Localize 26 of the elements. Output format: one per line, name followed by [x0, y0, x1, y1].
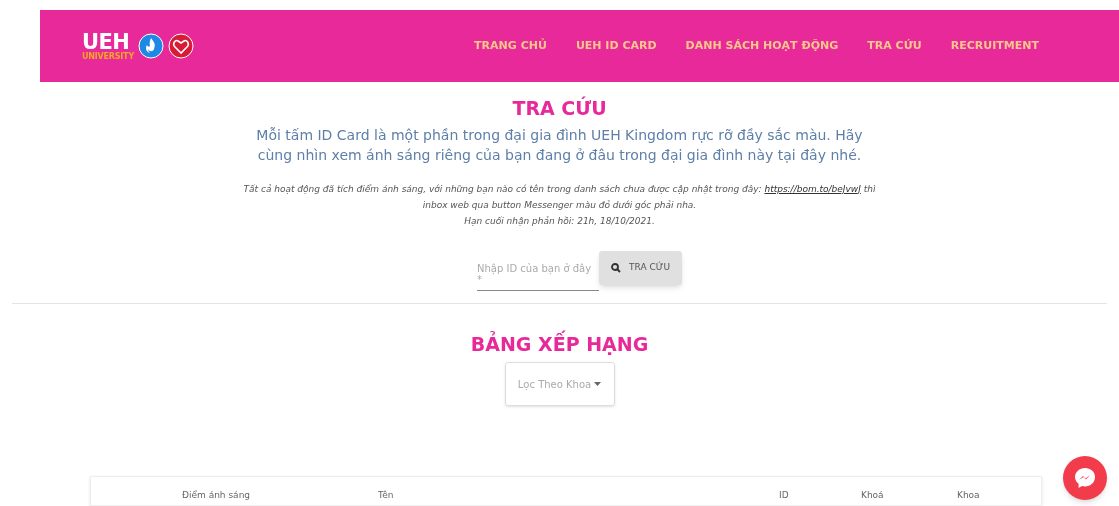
column-header: Khoá	[861, 489, 884, 501]
nav-link[interactable]: TRANG CHỦ	[474, 37, 547, 55]
nav-link[interactable]: RECRUITMENT	[950, 37, 1039, 55]
messenger-button[interactable]	[1063, 456, 1107, 500]
deadline-text: Hạn cuối nhận phản hồi: 21h, 18/10/2021.	[464, 214, 655, 228]
heart-emblem-icon	[168, 33, 194, 59]
search-icon	[611, 262, 621, 273]
column-header: Khoa	[957, 489, 980, 501]
caret-icon	[594, 382, 602, 386]
messenger-icon	[1073, 466, 1097, 490]
nav-link[interactable]: DANH SÁCH HOẠT ĐỘNG	[685, 37, 839, 55]
search-button[interactable]: TRA CỨU	[599, 250, 682, 285]
intro-text: Mỗi tấm ID Card là một phần trong đại gia đình UEH Kingdom rực rỡ đầy sắc màu. Hãy cùng nhìn xem ánh sáng riêng của bạn đang ở đâu trong đại gia đình này tại đây nhé.	[255, 125, 864, 165]
column-header: Tên	[378, 489, 394, 501]
note-text: Tất cả hoạt động đã tích điểm ánh sáng, với những bạn nào có tên trong danh sách chưa được cập nhật trong đây: https://bom.to/beJvwJ thì inbox web qua button Messenger màu đỏ dưới góc phải nha.	[242, 182, 877, 212]
flame-emblem-icon	[138, 33, 164, 59]
nav-link[interactable]: TRA CỨU	[867, 37, 922, 55]
section-title: BẢNG XẾP HẠNG	[470, 329, 649, 357]
link[interactable]: https://bom.to/beJvwJ	[764, 183, 861, 194]
id-input-field[interactable]: Nhập ID của bạn ở đây *	[477, 262, 599, 291]
section-title: TRA CỨU	[512, 95, 607, 121]
logo-text[interactable]: UEH UNIVERSITY	[82, 31, 134, 61]
column-header: ID	[779, 489, 789, 501]
faculty-filter-dropdown[interactable]: Lọc Theo Khoa	[504, 362, 615, 406]
column-header: Điểm ánh sáng	[182, 489, 251, 501]
nav-link[interactable]: UEH ID CARD	[575, 37, 657, 55]
